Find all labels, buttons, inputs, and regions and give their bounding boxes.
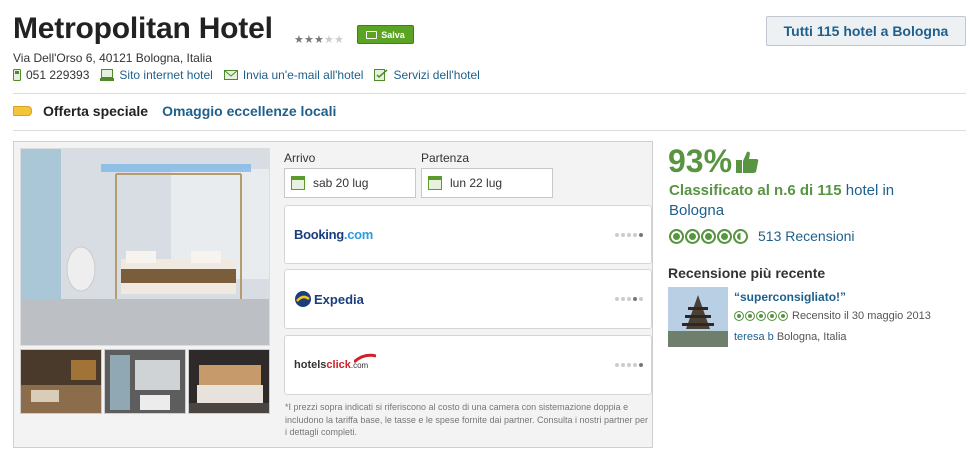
percent-value: 93%: [668, 143, 733, 179]
partner-hotelsclick-row[interactable]: hotelsclick.com: [284, 335, 652, 395]
rating-summary: 513 Recensioni: [669, 228, 855, 244]
loading-dots: [615, 363, 643, 367]
loading-dots: [615, 232, 643, 237]
star-icon: ★: [314, 34, 324, 46]
bubble-icon: [717, 228, 732, 244]
hotel-thumbnail[interactable]: [20, 349, 102, 414]
price-tag-icon: [13, 106, 32, 116]
hotel-main-photo[interactable]: [20, 148, 270, 346]
website-label[interactable]: Sito internet hotel: [119, 68, 212, 82]
loading-dots: [615, 297, 643, 301]
bubble-icon: [745, 311, 755, 321]
star-icon: ★: [304, 34, 314, 46]
room-photo-image: [21, 350, 101, 413]
rating-bubbles: [669, 228, 748, 244]
contact-bar: 051 229393 Sito internet hotel Invia un'…: [13, 68, 491, 82]
review-author-line: teresa b Bologna, Italia: [734, 331, 847, 343]
save-button[interactable]: Salva: [357, 25, 414, 44]
checkin-label: Arrivo: [284, 151, 316, 165]
checklist-icon: [374, 69, 388, 81]
hotel-thumbnail[interactable]: [104, 349, 186, 414]
star-icon: ★: [334, 34, 344, 46]
swoosh-icon: [354, 353, 376, 363]
bubble-icon: [669, 228, 684, 244]
temple-photo-image: [668, 287, 728, 347]
bubble-icon: [701, 228, 716, 244]
calendar-icon: [291, 176, 305, 190]
checkout-label: Partenza: [421, 151, 470, 165]
bubble-icon: [734, 311, 744, 321]
offer-value[interactable]: Omaggio eccellenze locali: [162, 103, 336, 119]
rank-prefix: Classificato al n.6 di 115: [669, 182, 842, 199]
phone-number: 051 229393: [26, 68, 90, 82]
special-offer: Offerta speciale Omaggio eccellenze loca…: [13, 103, 336, 119]
bubble-icon: [756, 311, 766, 321]
ranking-text: Classificato al n.6 di 115 hotel in Bolo…: [669, 181, 949, 221]
all-hotels-button[interactable]: Tutti 115 hotel a Bologna: [766, 16, 966, 46]
star-icon: ★: [324, 34, 334, 46]
reviewer-photo[interactable]: [668, 287, 728, 347]
envelope-icon: [223, 70, 238, 80]
bubble-icon: [685, 228, 700, 244]
bubble-icon: [767, 311, 777, 321]
email-link[interactable]: Invia un'e-mail all'hotel: [223, 68, 364, 82]
recommend-percent: 93%: [668, 143, 760, 180]
globe-icon: [295, 291, 311, 307]
review-author-link[interactable]: teresa b: [734, 331, 774, 343]
bubble-icon: [778, 311, 788, 321]
website-link[interactable]: Sito internet hotel: [100, 68, 213, 82]
services-link[interactable]: Servizi dell'hotel: [374, 68, 480, 82]
offer-label: Offerta speciale: [43, 103, 149, 119]
phone-item: 051 229393: [13, 68, 89, 82]
hotel-address: Via Dell'Orso 6, 40121 Bologna, Italia: [13, 51, 212, 65]
phone-icon: [13, 69, 21, 81]
computer-icon: [100, 69, 115, 81]
partner-booking-row[interactable]: Booking.com: [284, 205, 652, 264]
bathroom-photo-image: [105, 350, 185, 413]
checkin-date-value: sab 20 lug: [313, 176, 369, 190]
partner-expedia-row[interactable]: Expedia: [284, 269, 652, 329]
price-disclaimer: *I prezzi sopra indicati si riferiscono …: [285, 402, 649, 437]
star-icon: ★: [294, 34, 304, 46]
expedia-logo: Expedia: [294, 290, 364, 308]
divider: [13, 93, 966, 94]
bubble-icon: [733, 228, 748, 244]
reviews-count-link[interactable]: 513 Recensioni: [758, 228, 855, 244]
review-bubbles: [734, 311, 788, 321]
hotel-name: Metropolitan Hotel: [13, 12, 273, 45]
suite-photo-image: [189, 350, 269, 413]
checkin-date-field[interactable]: sab 20 lug: [284, 168, 416, 198]
email-label[interactable]: Invia un'e-mail all'hotel: [243, 68, 364, 82]
divider: [13, 130, 966, 131]
review-title-link[interactable]: “superconsigliato!”: [734, 290, 846, 304]
checkout-date-field[interactable]: lun 22 lug: [421, 168, 553, 198]
star-rating: ★ ★ ★ ★ ★: [294, 34, 344, 46]
review-date: Recensito il 30 maggio 2013: [792, 310, 931, 322]
services-label[interactable]: Servizi dell'hotel: [393, 68, 479, 82]
bedroom-photo-image: [21, 149, 269, 345]
hotelsclick-logo: hotelsclick.com: [294, 353, 376, 371]
checkout-date-value: lun 22 lug: [450, 176, 503, 190]
thumbs-up-icon: [736, 151, 759, 173]
calendar-icon: [428, 176, 442, 190]
review-author-location: Bologna, Italia: [776, 331, 847, 343]
recent-review-heading: Recensione più recente: [668, 265, 826, 281]
hotel-thumbnail[interactable]: [188, 349, 270, 414]
suitcase-icon: [366, 30, 378, 39]
booking-logo: Booking.com: [294, 227, 374, 242]
review-meta: Recensito il 30 maggio 2013: [734, 310, 931, 322]
save-button-label: Salva: [381, 29, 405, 40]
